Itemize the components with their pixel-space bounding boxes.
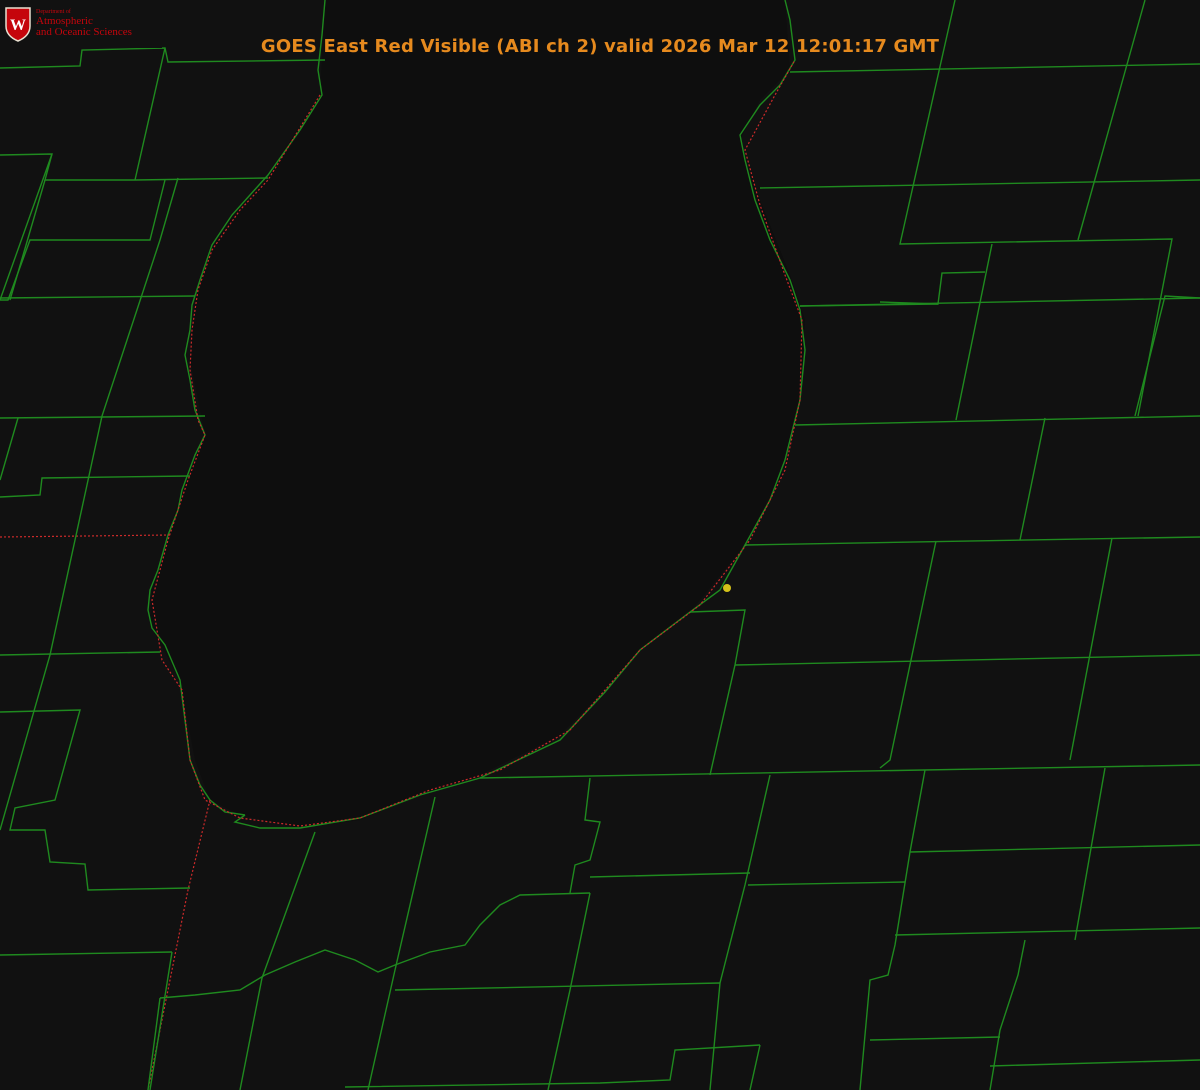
svg-text:W: W <box>10 17 26 34</box>
state-boundary-south <box>0 534 171 538</box>
location-dot-icon <box>723 584 731 592</box>
logo-text: Department of Atmospheric and Oceanic Sc… <box>36 9 132 38</box>
satellite-map <box>0 0 1200 1090</box>
satellite-image-viewport: W Department of Atmospheric and Oceanic … <box>0 0 1200 1090</box>
image-title: GOES East Red Visible (ABI ch 2) valid 2… <box>260 36 940 57</box>
lake-surface <box>150 0 805 828</box>
